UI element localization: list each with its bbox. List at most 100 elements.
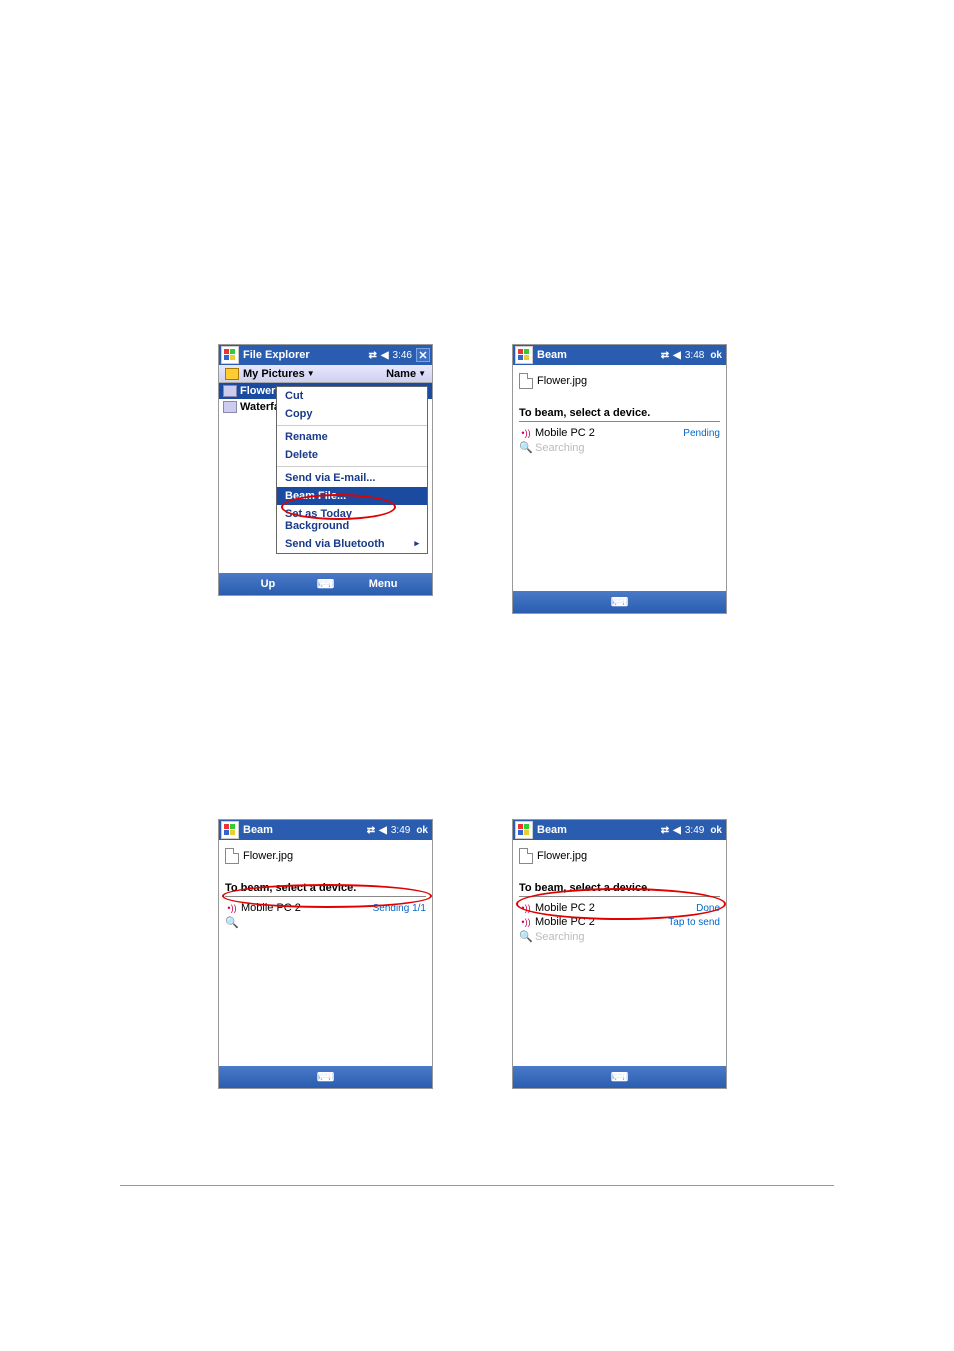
menu-send-email[interactable]: Send via E-mail... — [277, 469, 427, 487]
keyboard-icon[interactable]: ⌨ — [611, 1070, 628, 1084]
speaker-icon[interactable]: ◀ — [673, 350, 681, 361]
device-row[interactable]: •)) Mobile PC 2 Tap to send — [519, 915, 720, 929]
beam-file-row: Flower.jpg — [519, 373, 720, 389]
menu-cut[interactable]: Cut — [277, 387, 427, 405]
device-status: Done — [696, 903, 720, 914]
keyboard-icon[interactable]: ⌨ — [611, 595, 628, 609]
start-icon[interactable] — [515, 821, 533, 839]
beam-instruction: To beam, select a device. — [519, 882, 720, 897]
device-row[interactable]: •)) Mobile PC 2 Pending — [519, 426, 720, 440]
folder-icon — [225, 368, 239, 380]
ok-button[interactable]: ok — [708, 825, 724, 836]
window-title: Beam — [243, 824, 367, 836]
searching-label: Searching — [535, 931, 720, 943]
screenshot-beam-pending: Beam ⇄ ◀ 3:48 ok Flower.jpg To beam, sel… — [512, 344, 727, 614]
document-icon — [519, 373, 533, 389]
ok-button[interactable]: ok — [708, 350, 724, 361]
beam-panel: Flower.jpg To beam, select a device. •))… — [513, 840, 726, 1066]
close-button[interactable]: ✕ — [416, 348, 430, 362]
image-icon — [223, 401, 237, 413]
beam-file-row: Flower.jpg — [519, 848, 720, 864]
device-name: Mobile PC 2 — [241, 902, 373, 914]
location-bar: My Pictures ▼ Name ▼ — [219, 365, 432, 383]
beam-file-row: Flower.jpg — [225, 848, 426, 864]
device-row-searching: 🔍 Searching — [519, 440, 720, 455]
device-name: Mobile PC 2 — [535, 916, 668, 928]
file-list: Flower 9/1/05 25.7K Waterfa Cut Copy Ren… — [219, 383, 432, 573]
menu-rename[interactable]: Rename — [277, 428, 427, 446]
clock[interactable]: 3:46 — [393, 350, 412, 361]
speaker-icon[interactable]: ◀ — [379, 825, 387, 836]
clock[interactable]: 3:49 — [391, 825, 410, 836]
device-status: Pending — [683, 428, 720, 439]
image-icon — [223, 385, 237, 397]
device-row[interactable]: •)) Mobile PC 2 Sending 1/1 — [225, 901, 426, 915]
infrared-icon: •)) — [519, 917, 533, 927]
beam-filename: Flower.jpg — [537, 375, 587, 387]
searching-label: Searching — [535, 442, 720, 454]
window-title: Beam — [537, 824, 661, 836]
titlebar: File Explorer ⇄ ◀ 3:46 ✕ — [219, 345, 432, 365]
menu-copy[interactable]: Copy — [277, 405, 427, 423]
beam-instruction: To beam, select a device. — [225, 882, 426, 897]
speaker-icon[interactable]: ◀ — [381, 350, 389, 361]
search-icon: 🔍 — [519, 441, 533, 454]
titlebar: Beam ⇄ ◀ 3:48 ok — [513, 345, 726, 365]
device-status: Sending 1/1 — [373, 903, 426, 914]
infrared-icon: •)) — [519, 428, 533, 438]
divider — [120, 1185, 834, 1186]
context-menu: Cut Copy Rename Delete Send via E-mail..… — [276, 386, 428, 554]
screenshot-beam-sending: Beam ⇄ ◀ 3:49 ok Flower.jpg To beam, sel… — [218, 819, 433, 1089]
menu-delete[interactable]: Delete — [277, 446, 427, 464]
beam-panel: Flower.jpg To beam, select a device. •))… — [219, 840, 432, 1066]
soft-key-bar: ⌨ — [513, 1066, 726, 1088]
search-icon: 🔍 — [225, 916, 239, 929]
beam-filename: Flower.jpg — [243, 850, 293, 862]
sort-dropdown[interactable]: Name — [386, 368, 416, 380]
signal-icon[interactable]: ⇄ — [367, 825, 375, 836]
softkey-menu[interactable]: Menu — [334, 578, 432, 590]
keyboard-icon[interactable]: ⌨ — [317, 1070, 334, 1084]
device-row-searching: 🔍 — [225, 915, 426, 930]
window-title: File Explorer — [243, 349, 368, 361]
device-row-searching: 🔍 Searching — [519, 929, 720, 944]
infrared-icon: •)) — [519, 903, 533, 913]
location-dropdown[interactable]: My Pictures — [243, 368, 305, 380]
infrared-icon: •)) — [225, 903, 239, 913]
softkey-up[interactable]: Up — [219, 578, 317, 590]
beam-panel: Flower.jpg To beam, select a device. •))… — [513, 365, 726, 591]
ok-button[interactable]: ok — [414, 825, 430, 836]
soft-key-bar: ⌨ — [513, 591, 726, 613]
menu-set-today-bg[interactable]: Set as Today Background — [277, 505, 427, 535]
document-icon — [519, 848, 533, 864]
menu-separator — [277, 425, 427, 426]
screenshot-file-explorer: File Explorer ⇄ ◀ 3:46 ✕ My Pictures ▼ N… — [218, 344, 433, 596]
titlebar: Beam ⇄ ◀ 3:49 ok — [219, 820, 432, 840]
speaker-icon[interactable]: ◀ — [673, 825, 681, 836]
window-title: Beam — [537, 349, 661, 361]
menu-separator — [277, 466, 427, 467]
beam-instruction: To beam, select a device. — [519, 407, 720, 422]
document-icon — [225, 848, 239, 864]
soft-key-bar: ⌨ — [219, 1066, 432, 1088]
signal-icon[interactable]: ⇄ — [661, 825, 669, 836]
search-icon: 🔍 — [519, 930, 533, 943]
soft-key-bar: Up ⌨ Menu — [219, 573, 432, 595]
menu-send-bluetooth[interactable]: Send via Bluetooth — [277, 535, 427, 553]
screenshot-beam-done: Beam ⇄ ◀ 3:49 ok Flower.jpg To beam, sel… — [512, 819, 727, 1089]
beam-filename: Flower.jpg — [537, 850, 587, 862]
start-icon[interactable] — [515, 346, 533, 364]
menu-beam-file[interactable]: Beam File... — [277, 487, 427, 505]
chevron-down-icon: ▼ — [418, 369, 426, 378]
device-row[interactable]: •)) Mobile PC 2 Done — [519, 901, 720, 915]
clock[interactable]: 3:48 — [685, 350, 704, 361]
titlebar: Beam ⇄ ◀ 3:49 ok — [513, 820, 726, 840]
clock[interactable]: 3:49 — [685, 825, 704, 836]
device-status: Tap to send — [668, 917, 720, 928]
device-name: Mobile PC 2 — [535, 902, 696, 914]
start-icon[interactable] — [221, 821, 239, 839]
signal-icon[interactable]: ⇄ — [661, 350, 669, 361]
signal-icon[interactable]: ⇄ — [368, 350, 376, 361]
keyboard-icon[interactable]: ⌨ — [317, 577, 334, 591]
start-icon[interactable] — [221, 346, 239, 364]
